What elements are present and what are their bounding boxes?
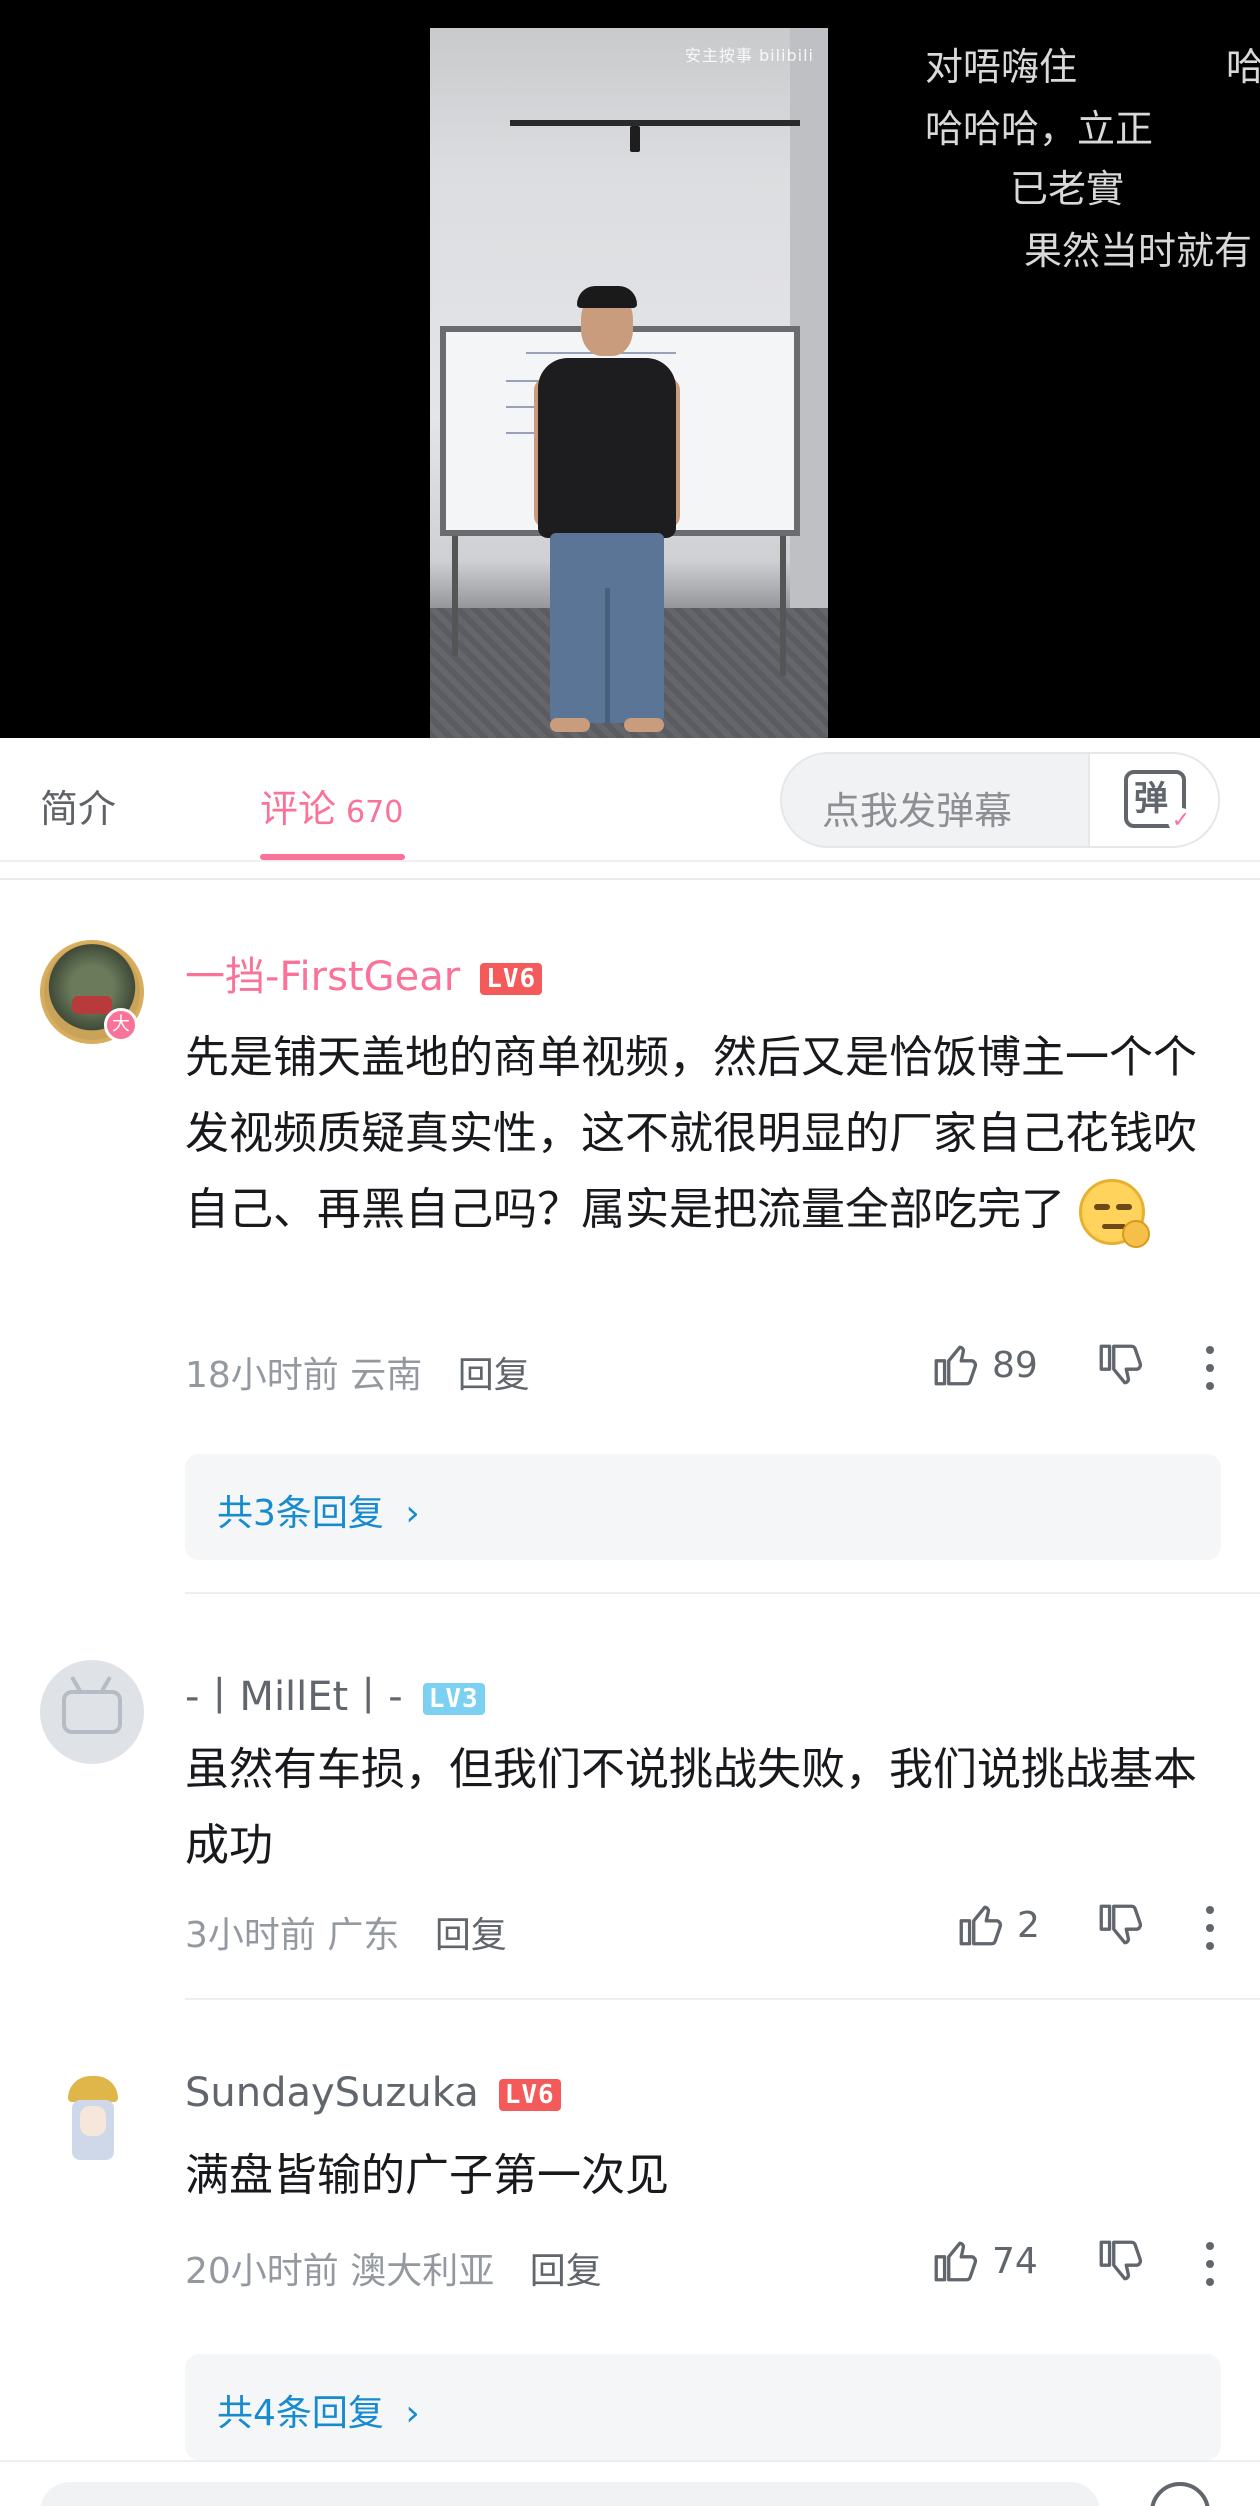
comment-meta: 3小时前 广东 回复: [185, 1906, 507, 1958]
thumbs-up-icon: [934, 2241, 978, 2282]
tab-intro[interactable]: 简介: [40, 778, 116, 833]
comment-location: 云南: [350, 1355, 423, 1396]
person-jeans-gap: [605, 588, 610, 723]
comment-username[interactable]: SundaySuzuka LV6: [185, 2070, 561, 2116]
like-count: 74: [992, 2240, 1038, 2282]
danmaku-icon-char: 弹: [1134, 779, 1168, 819]
like-button[interactable]: 89: [930, 1340, 1038, 1390]
danmaku-input[interactable]: 点我发弹幕: [822, 780, 1012, 835]
vip-badge: 大: [104, 1008, 138, 1042]
reply-button[interactable]: 回复: [435, 1915, 507, 1956]
person-foot: [550, 718, 590, 732]
tab-bar: 简介 评论 670 点我发弹幕 弹 ✓: [0, 738, 1260, 862]
comment-time: 3小时前: [185, 1915, 316, 1956]
comment-divider: [185, 1998, 1260, 2000]
comment-username[interactable]: 一挡-FirstGear LV6: [185, 944, 543, 1002]
view-replies-text: 共3条回复: [217, 1493, 384, 1534]
video-watermark: 安主按事 bilibili: [684, 46, 814, 65]
reply-button[interactable]: 回复: [530, 2251, 602, 2292]
chevron-right-icon: ›: [405, 2393, 420, 2434]
comment-time: 18小时前: [185, 1355, 339, 1396]
danmaku-item: 对唔嗨住: [925, 45, 1078, 89]
thumbs-down-icon: [1099, 2240, 1143, 2281]
comment-divider: [185, 1592, 1260, 1594]
divider: [0, 878, 1260, 880]
level-badge: LV6: [480, 963, 543, 995]
video-player[interactable]: 安主按事 bilibili 对唔嗨住 哈 哈哈哈，立正 已老實 果然当时就有: [0, 0, 1260, 738]
whiteboard-leg: [452, 536, 458, 656]
person-foot: [624, 718, 664, 732]
ceiling-rail: [510, 120, 800, 126]
comment-username[interactable]: -丨MillEt丨- LV3: [185, 1664, 485, 1722]
comment-count: 670: [346, 795, 404, 830]
comment-text[interactable]: 先是铺天盖地的商单视频，然后又是恰饭博主一个个发视频质疑真实性，这不就很明显的厂…: [185, 1020, 1225, 1248]
thumbs-up-icon: [959, 1905, 1003, 1946]
danmaku-item: 哈: [1226, 45, 1260, 89]
comment-time: 20小时前: [185, 2251, 339, 2292]
comment-body: 虽然有车损，但我们不说挑战失败，我们说挑战基本成功: [185, 1744, 1197, 1871]
dislike-button[interactable]: [1095, 1900, 1145, 1954]
more-options-icon[interactable]: [1206, 1346, 1216, 1400]
view-replies-text: 共4条回复: [217, 2393, 384, 2434]
person-shirt: [538, 358, 676, 538]
dislike-button[interactable]: [1095, 1340, 1145, 1394]
comment-location: 广东: [327, 1915, 400, 1956]
like-count: 89: [992, 1344, 1038, 1386]
tab-comments[interactable]: 评论 670: [260, 778, 403, 833]
avatar-hat: [68, 2076, 118, 2102]
view-replies-link[interactable]: 共4条回复 ›: [217, 2384, 420, 2436]
danmaku-item: 已老實: [1010, 167, 1125, 211]
view-replies-link[interactable]: 共3条回复 ›: [217, 1484, 420, 1536]
comment-location: 澳大利亚: [350, 2251, 495, 2292]
replies-preview[interactable]: 共4条回复 ›: [185, 2354, 1221, 2460]
chevron-right-icon: ›: [405, 1493, 420, 1534]
like-count: 2: [1017, 1904, 1040, 1946]
username-text: 一挡-FirstGear: [185, 954, 461, 1000]
comment-body: 先是铺天盖地的商单视频，然后又是恰饭博主一个个发视频质疑真实性，这不就很明显的厂…: [185, 1032, 1197, 1235]
comment-input[interactable]: [40, 2482, 1100, 2506]
avatar-face: [80, 2106, 106, 2136]
comment-meta: 20小时前 澳大利亚 回复: [185, 2242, 602, 2294]
default-avatar-tv-icon: [62, 1690, 122, 1734]
danmaku-toggle-button[interactable]: 弹 ✓: [1088, 754, 1218, 846]
danmaku-item: 果然当时就有: [1024, 229, 1253, 273]
danmaku-icon: 弹 ✓: [1124, 770, 1194, 834]
dislike-button[interactable]: [1095, 2236, 1145, 2290]
username-text: -丨MillEt丨-: [185, 1674, 403, 1720]
whiteboard-leg: [780, 536, 786, 676]
danmaku-item: 哈哈哈，立正: [925, 107, 1154, 151]
video-frame[interactable]: 安主按事 bilibili: [430, 28, 828, 738]
tab-comments-label: 评论: [260, 787, 337, 831]
more-options-icon[interactable]: [1206, 1906, 1216, 1960]
more-options-icon[interactable]: [1206, 2242, 1216, 2296]
comment-input-bar: [0, 2460, 1260, 2506]
comment-text[interactable]: 满盘皆输的广子第一次见: [185, 2138, 1225, 2214]
comment-text[interactable]: 虽然有车损，但我们不说挑战失败，我们说挑战基本成功: [185, 1732, 1225, 1884]
thumbs-down-icon: [1099, 1344, 1143, 1385]
like-button[interactable]: 74: [930, 2236, 1038, 2286]
level-badge: LV3: [422, 1683, 485, 1715]
thumbs-down-icon: [1099, 1904, 1143, 1945]
smirk-emoji-icon: [1079, 1179, 1150, 1248]
comment-body: 满盘皆输的广子第一次见: [185, 2150, 669, 2201]
level-badge: LV6: [498, 2079, 561, 2111]
thumbs-up-icon: [934, 1345, 978, 1386]
active-tab-indicator: [260, 854, 405, 860]
avatar[interactable]: [40, 1660, 144, 1764]
comment-meta: 18小时前 云南 回复: [185, 1346, 530, 1398]
person-hair: [577, 286, 637, 308]
spotlight: [630, 126, 640, 152]
avatar[interactable]: [40, 2066, 144, 2170]
username-text: SundaySuzuka: [185, 2070, 479, 2116]
reply-button[interactable]: 回复: [458, 1355, 530, 1396]
replies-preview[interactable]: 共3条回复 ›: [185, 1454, 1221, 1560]
danmaku-input-box[interactable]: 点我发弹幕 弹 ✓: [780, 752, 1220, 848]
check-icon: ✓: [1168, 808, 1194, 834]
emoji-button-icon[interactable]: [1150, 2482, 1210, 2506]
like-button[interactable]: 2: [955, 1900, 1040, 1950]
avatar-car: [72, 996, 112, 1014]
